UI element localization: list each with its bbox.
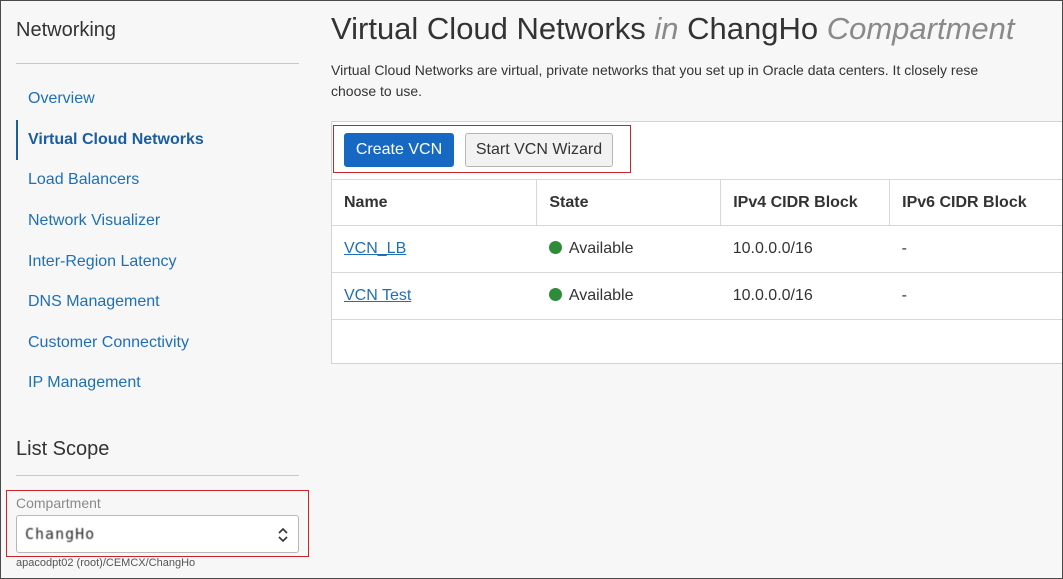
vcn-name-link[interactable]: VCN_LB — [344, 240, 406, 257]
compartment-label: Compartment — [16, 495, 101, 511]
vcn-ipv4-cell: 10.0.0.0/16 — [720, 272, 890, 320]
table-row: VCN_LB Available 10.0.0.0/16 - — [332, 225, 1062, 273]
compartment-select[interactable]: ChangHo — [16, 515, 299, 553]
vcn-state-cell: Available — [536, 225, 721, 273]
description-line: Virtual Cloud Networks are virtual, priv… — [331, 62, 979, 78]
column-header-state[interactable]: State — [536, 179, 722, 226]
available-status-icon — [548, 288, 562, 301]
compartment-path: apacodpt02 (root)/CEMCX/ChangHo — [16, 557, 196, 569]
list-scope-heading: List Scope — [16, 438, 110, 460]
table-row: VCN Test Available 10.0.0.0/16 - — [332, 272, 1062, 320]
sidebar-item-virtual-cloud-networks[interactable]: Virtual Cloud Networks — [16, 119, 301, 161]
sidebar-heading: Networking — [16, 19, 117, 41]
list-scope-divider — [16, 475, 299, 476]
vcn-name-link[interactable]: VCN Test — [344, 287, 411, 304]
chevron-up-down-icon — [278, 527, 288, 543]
sidebar-item-ip-management[interactable]: IP Management — [16, 363, 301, 404]
sidebar: Networking Overview Virtual Cloud Networ… — [1, 1, 313, 578]
vcn-state-text: Available — [568, 287, 634, 304]
sidebar-item-network-visualizer[interactable]: Network Visualizer — [16, 201, 301, 242]
column-header-ipv4[interactable]: IPv4 CIDR Block — [720, 179, 891, 226]
sidebar-nav: Overview Virtual Cloud Networks Load Bal… — [16, 79, 301, 404]
compartment-selected-value: ChangHo — [25, 525, 96, 543]
page-title: Virtual Cloud Networks in ChangHo Compar… — [331, 11, 1015, 47]
table-header-row: Name State IPv4 CIDR Block IPv6 CIDR Blo… — [332, 179, 1062, 226]
vcn-table: Name State IPv4 CIDR Block IPv6 CIDR Blo… — [332, 179, 1062, 320]
sidebar-item-overview[interactable]: Overview — [16, 79, 301, 120]
vcn-ipv6-cell: - — [889, 225, 1062, 273]
vcn-name-cell: VCN Test — [332, 272, 537, 320]
page-title-in: in — [654, 11, 679, 46]
sidebar-item-customer-connectivity[interactable]: Customer Connectivity — [16, 323, 301, 364]
app-window: Networking Overview Virtual Cloud Networ… — [0, 0, 1063, 579]
main-content: Virtual Cloud Networks in ChangHo Compar… — [313, 1, 1062, 578]
description-line: choose to use. — [331, 83, 423, 99]
sidebar-item-load-balancers[interactable]: Load Balancers — [16, 160, 301, 201]
create-vcn-button[interactable]: Create VCN — [344, 133, 454, 167]
page-title-part: Virtual Cloud Networks — [331, 11, 646, 46]
column-header-ipv6[interactable]: IPv6 CIDR Block — [889, 179, 1062, 226]
page-title-compartment-word: Compartment — [826, 11, 1015, 46]
vcn-state-cell: Available — [536, 272, 721, 320]
vcn-ipv4-cell: 10.0.0.0/16 — [720, 225, 890, 273]
vcn-name-cell: VCN_LB — [332, 225, 537, 273]
vcn-ipv6-cell: - — [889, 272, 1062, 320]
sidebar-item-dns-management[interactable]: DNS Management — [16, 282, 301, 323]
page-title-compartment-name: ChangHo — [687, 11, 819, 46]
sidebar-item-inter-region-latency[interactable]: Inter-Region Latency — [16, 241, 301, 282]
start-vcn-wizard-button[interactable]: Start VCN Wizard — [465, 133, 613, 167]
available-status-icon — [548, 241, 562, 254]
column-header-name[interactable]: Name — [332, 179, 538, 226]
sidebar-divider — [16, 63, 299, 64]
vcn-state-text: Available — [568, 240, 634, 257]
vcn-list-panel: Create VCN Start VCN Wizard Name State I… — [331, 121, 1062, 364]
page-description: Virtual Cloud Networks are virtual, priv… — [331, 60, 1062, 102]
